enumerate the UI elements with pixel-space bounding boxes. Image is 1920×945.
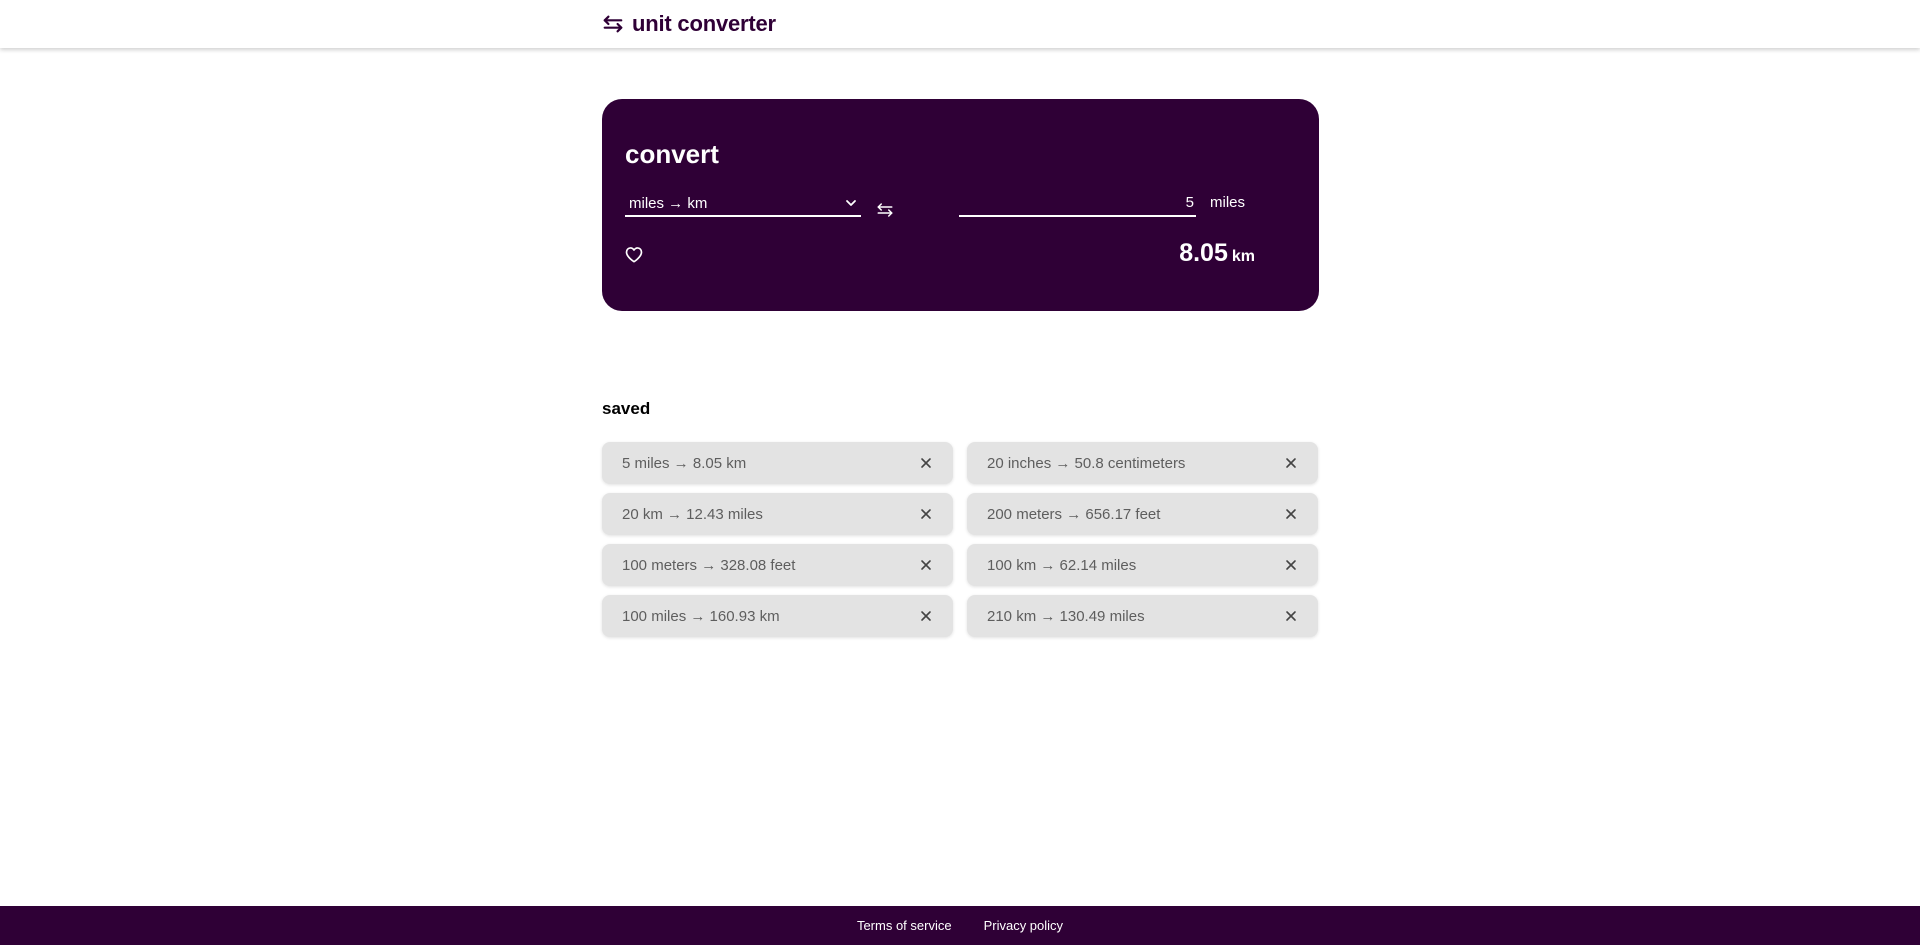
- saved-item-text: 20 km → 12.43 miles: [622, 505, 763, 523]
- conversion-result: 8.05 km: [1179, 239, 1255, 268]
- saved-item[interactable]: 100 miles → 160.93 km: [602, 595, 953, 637]
- saved-item-text: 200 meters → 656.17 feet: [987, 505, 1161, 523]
- saved-item-text: 20 inches → 50.8 centimeters: [987, 454, 1186, 472]
- close-icon[interactable]: [1284, 558, 1298, 572]
- close-icon[interactable]: [1284, 609, 1298, 623]
- saved-item-text: 100 meters → 328.08 feet: [622, 556, 796, 574]
- saved-item-text: 210 km → 130.49 miles: [987, 607, 1145, 625]
- converter-card: convert miles → km miles 8.05 km: [602, 99, 1319, 311]
- saved-item[interactable]: 20 km → 12.43 miles: [602, 493, 953, 535]
- app-header: unit converter: [0, 0, 1920, 48]
- result-unit: km: [1231, 248, 1255, 265]
- result-value: 8.05: [1179, 239, 1228, 267]
- saved-item[interactable]: 100 meters → 328.08 feet: [602, 544, 953, 586]
- saved-item-text: 5 miles → 8.05 km: [622, 454, 747, 472]
- close-icon[interactable]: [919, 609, 933, 623]
- terms-of-service-link[interactable]: Terms of service: [857, 918, 952, 933]
- conversion-select-value: miles → km: [629, 194, 708, 212]
- app-title: unit converter: [632, 11, 776, 36]
- conversion-select[interactable]: miles → km: [625, 191, 861, 217]
- close-icon[interactable]: [919, 507, 933, 521]
- privacy-policy-link[interactable]: Privacy policy: [984, 918, 1063, 933]
- converter-title: convert: [625, 139, 719, 169]
- saved-item[interactable]: 5 miles → 8.05 km: [602, 442, 953, 484]
- swap-arrows-icon: [877, 203, 893, 217]
- close-icon[interactable]: [1284, 456, 1298, 470]
- saved-item[interactable]: 20 inches → 50.8 centimeters: [967, 442, 1318, 484]
- saved-item-text: 100 km → 62.14 miles: [987, 556, 1137, 574]
- saved-list: 5 miles → 8.05 km 20 inches → 50.8 centi…: [602, 442, 1320, 637]
- saved-item[interactable]: 100 km → 62.14 miles: [967, 544, 1318, 586]
- saved-item-text: 100 miles → 160.93 km: [622, 607, 780, 625]
- saved-section-title: saved: [602, 399, 651, 418]
- amount-input[interactable]: [959, 191, 1196, 217]
- chevron-down-icon: [846, 200, 856, 206]
- swap-arrows-icon: [603, 15, 623, 33]
- from-unit-label: miles: [1210, 194, 1246, 211]
- saved-item[interactable]: 210 km → 130.49 miles: [967, 595, 1318, 637]
- heart-icon: [625, 247, 643, 263]
- close-icon[interactable]: [919, 558, 933, 572]
- logo[interactable]: unit converter: [602, 11, 776, 36]
- swap-units-button[interactable]: [874, 199, 896, 221]
- saved-item[interactable]: 200 meters → 656.17 feet: [967, 493, 1318, 535]
- app-footer: Terms of service Privacy policy: [0, 906, 1920, 945]
- close-icon[interactable]: [919, 456, 933, 470]
- save-conversion-button[interactable]: [624, 245, 646, 267]
- close-icon[interactable]: [1284, 507, 1298, 521]
